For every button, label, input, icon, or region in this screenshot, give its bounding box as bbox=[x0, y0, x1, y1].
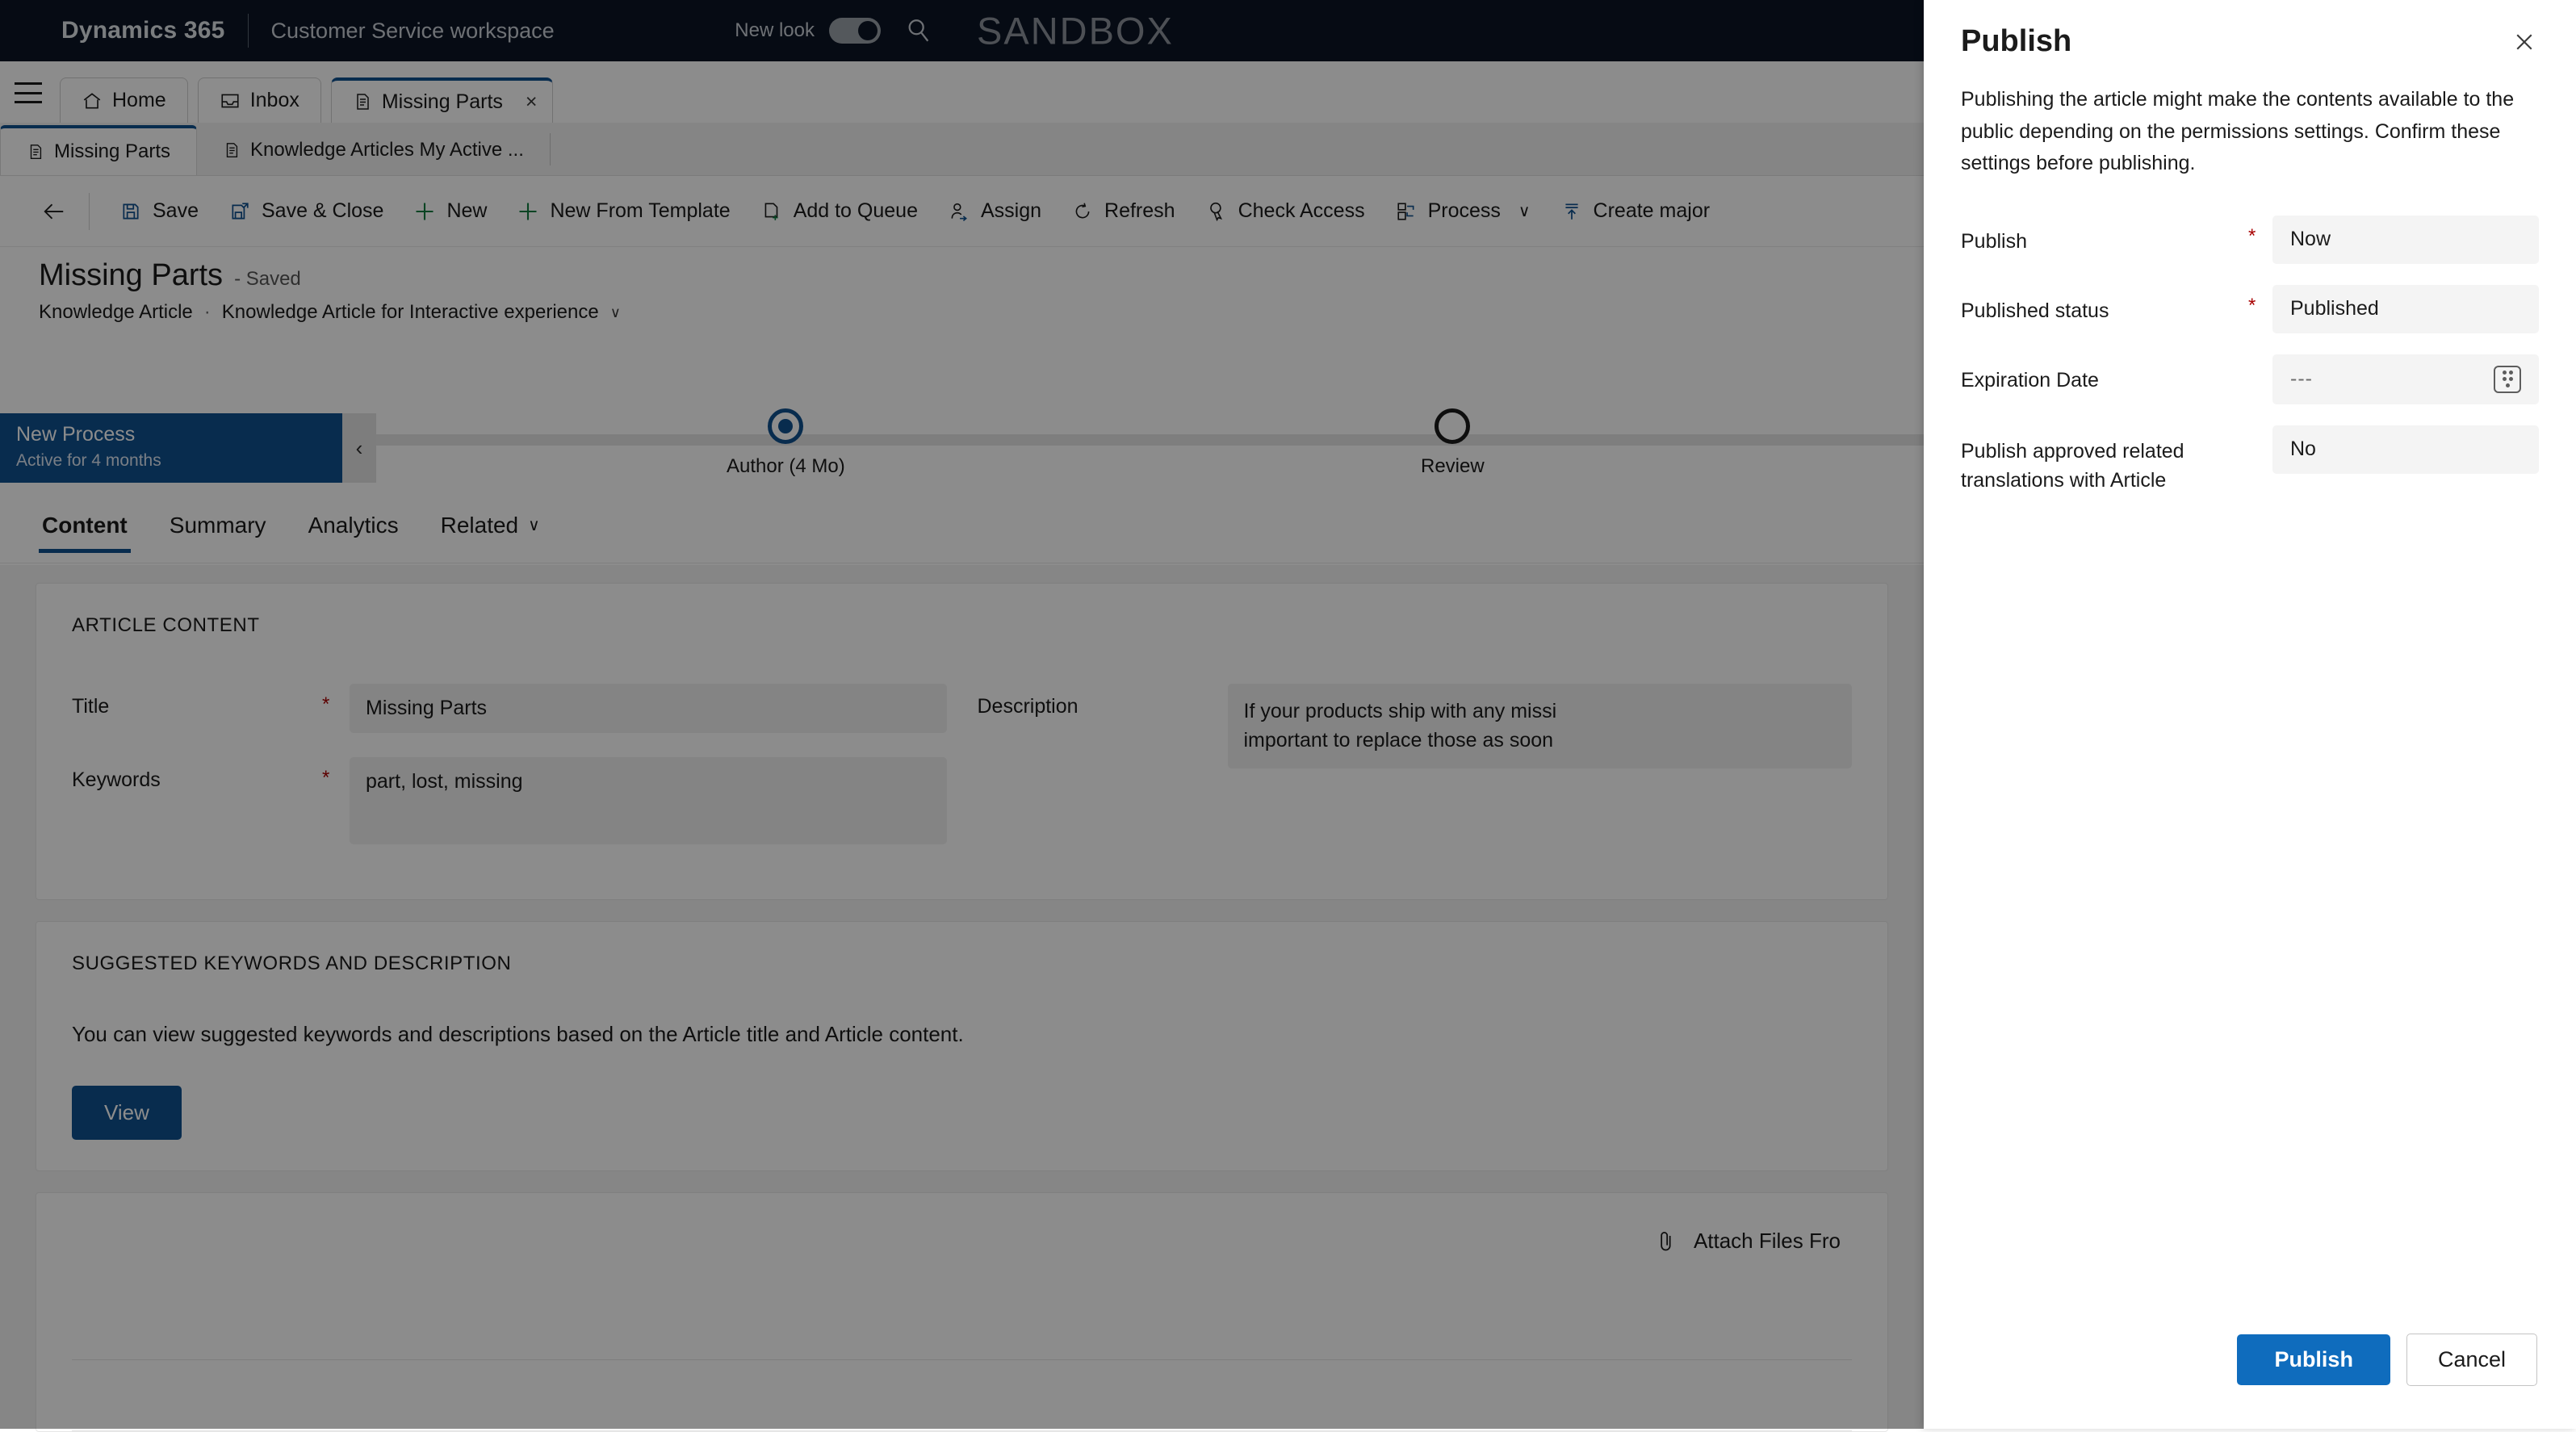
publish-field-row: Publish * Now bbox=[1961, 215, 2539, 264]
publish-panel-footer: Publish Cancel bbox=[1924, 1290, 2576, 1429]
required-indicator-empty bbox=[2248, 425, 2272, 435]
publish-button[interactable]: Publish bbox=[2237, 1334, 2390, 1385]
close-icon[interactable] bbox=[2507, 24, 2542, 60]
publish-panel-title: Publish bbox=[1961, 24, 2072, 58]
published-status-value: Published bbox=[2290, 297, 2379, 320]
required-indicator-empty bbox=[2248, 354, 2272, 364]
expiration-date-input[interactable]: --- bbox=[2272, 354, 2539, 404]
expiration-date-field-row: Expiration Date --- bbox=[1961, 354, 2539, 404]
expiration-date-value: --- bbox=[2290, 367, 2313, 390]
expiration-date-label: Expiration Date bbox=[1961, 368, 2099, 391]
publish-translations-field-row: Publish approved related translations wi… bbox=[1961, 425, 2539, 496]
published-status-label: Published status bbox=[1961, 299, 2109, 322]
publish-translations-label: Publish approved related translations wi… bbox=[1961, 439, 2184, 492]
publish-translations-value: No bbox=[2290, 438, 2316, 460]
required-indicator: * bbox=[2248, 224, 2256, 247]
publish-field-label: Publish bbox=[1961, 229, 2027, 253]
publish-panel-header: Publish bbox=[1924, 0, 2576, 60]
modal-scrim[interactable] bbox=[0, 0, 1924, 1429]
published-status-field-row: Published status * Published bbox=[1961, 284, 2539, 333]
publish-translations-select[interactable]: No bbox=[2272, 425, 2539, 474]
publish-panel: Publish Publishing the article might mak… bbox=[1924, 0, 2576, 1429]
cancel-button[interactable]: Cancel bbox=[2406, 1333, 2537, 1386]
publish-panel-form: Publish * Now Published status * Publish… bbox=[1924, 180, 2576, 496]
publish-when-select[interactable]: Now bbox=[2272, 215, 2539, 264]
publish-when-value: Now bbox=[2290, 228, 2331, 250]
calendar-icon[interactable] bbox=[2494, 365, 2521, 393]
published-status-select[interactable]: Published bbox=[2272, 284, 2539, 333]
publish-panel-description: Publishing the article might make the co… bbox=[1961, 88, 2515, 174]
required-indicator: * bbox=[2248, 294, 2256, 316]
